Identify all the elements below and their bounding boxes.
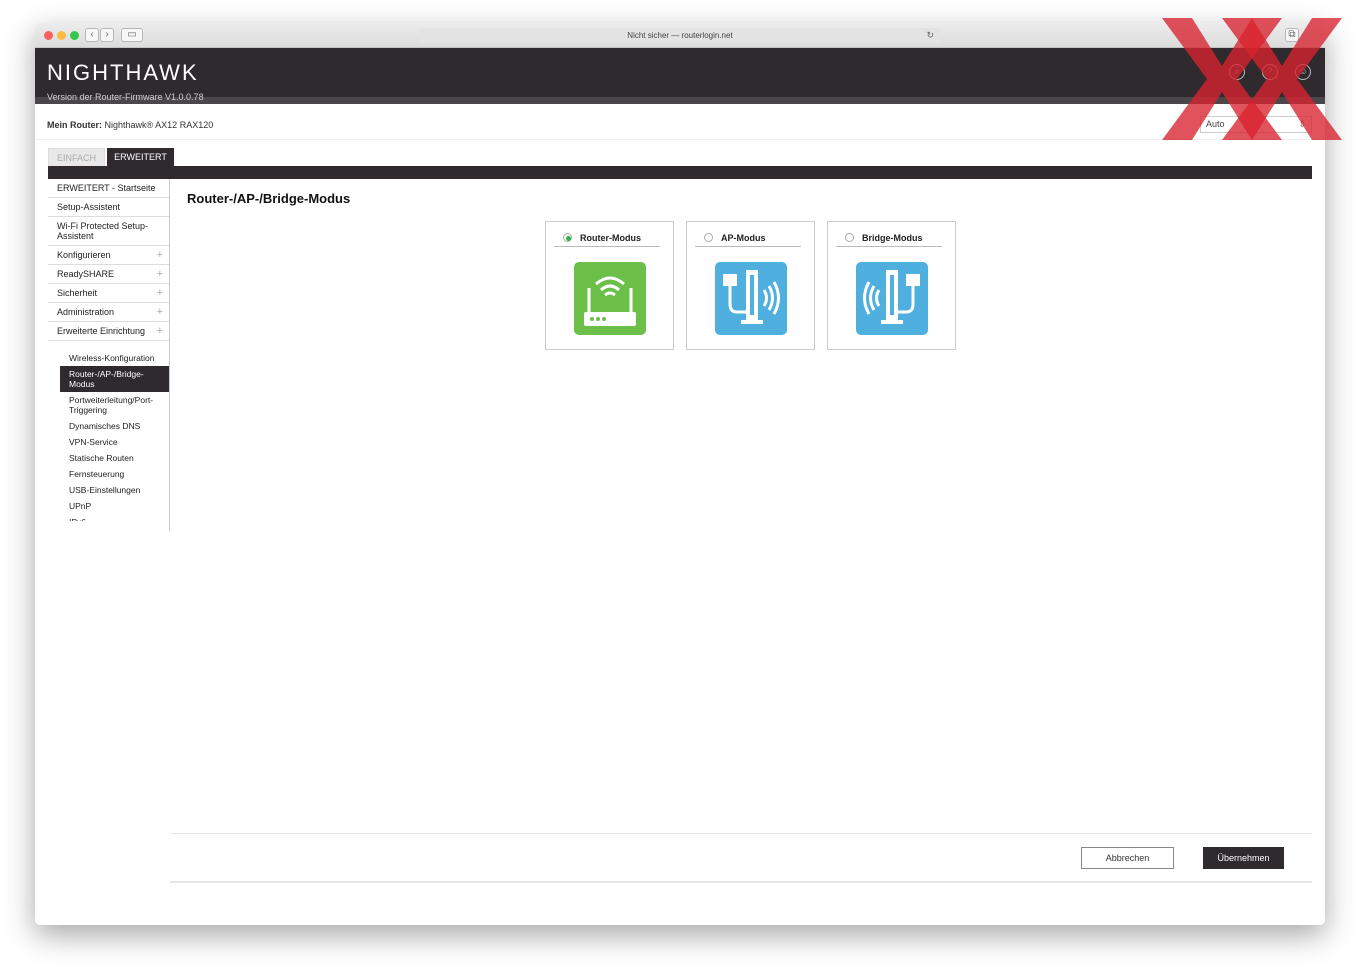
- forward-icon[interactable]: ›: [100, 28, 114, 42]
- divider: [170, 881, 1312, 883]
- tab-bar: [48, 166, 1312, 179]
- tab-simple[interactable]: EINFACH: [48, 148, 105, 166]
- sidebar-item-label: Setup-Assistent: [57, 202, 121, 212]
- expand-icon: +: [156, 306, 163, 318]
- sidebar-item-label: Konfigurieren: [57, 250, 111, 260]
- sidebar-item-setup-wizard[interactable]: Setup-Assistent: [48, 198, 169, 217]
- mode-label: AP-Modus: [721, 233, 766, 243]
- sidebar-item-advanced-home[interactable]: ERWEITERT - Startseite: [48, 179, 169, 198]
- mode-header: AP-Modus: [695, 230, 801, 247]
- minimize-window-button[interactable]: [57, 31, 66, 40]
- cancel-button[interactable]: Abbrechen: [1081, 847, 1174, 869]
- bridge-mode-radio[interactable]: [845, 233, 854, 242]
- mode-card-ap[interactable]: AP-Modus: [686, 221, 815, 350]
- ap-mode-radio[interactable]: [704, 233, 713, 242]
- sidebar-item-advanced-setup[interactable]: Erweiterte Einrichtung +: [48, 322, 169, 341]
- sidebar-subitem-vpn[interactable]: VPN-Service: [48, 434, 169, 450]
- sidebar-subitem-usb[interactable]: USB-Einstellungen: [48, 482, 169, 498]
- sidebar-item-label: Sicherheit: [57, 288, 98, 298]
- back-icon[interactable]: ‹: [85, 28, 99, 42]
- sidebar-item-security[interactable]: Sicherheit +: [48, 284, 169, 303]
- sidebar-toggle-icon[interactable]: ▭: [121, 28, 143, 42]
- sidebar-subitem-wireless[interactable]: Wireless-Konfiguration: [48, 350, 169, 366]
- firmware-version: Version der Router-Firmware V1.0.0.78: [47, 92, 204, 102]
- router-label: Mein Router:: [47, 120, 102, 130]
- sidebar-nav: ERWEITERT - Startseite Setup-Assistent W…: [48, 179, 170, 531]
- sidebar-subitem-dynamic-dns[interactable]: Dynamisches DNS: [48, 418, 169, 434]
- maximize-window-button[interactable]: [70, 31, 79, 40]
- browser-titlebar: ‹ › ▭ Nicht sicher — routerlogin.net ↻ ⧉: [35, 23, 1325, 48]
- nighthawk-logo: NIGHTHAWK: [47, 60, 199, 85]
- close-window-button[interactable]: [44, 31, 53, 40]
- collapse-icon: +: [156, 325, 163, 337]
- app-header: NIGHTHAWK Version der Router-Firmware V1…: [35, 48, 1325, 104]
- sidebar-item-label: ERWEITERT - Startseite: [57, 183, 156, 193]
- sidebar-item-label: Wi-Fi Protected Setup-Assistent: [57, 221, 149, 241]
- browser-window: ‹ › ▭ Nicht sicher — routerlogin.net ↻ ⧉…: [35, 23, 1325, 925]
- mode-label: Router-Modus: [580, 233, 641, 243]
- sidebar-subitem-ipv6[interactable]: IPv6: [48, 514, 169, 521]
- router-name: Nighthawk® AX12 RAX120: [104, 120, 214, 130]
- divider: [35, 139, 1325, 140]
- mode-card-router[interactable]: Router-Modus: [545, 221, 674, 350]
- tab-advanced[interactable]: ERWEITERT: [107, 148, 174, 166]
- page-title: Router-/AP-/Bridge-Modus: [187, 191, 351, 206]
- sidebar-subitem-router-ap-bridge[interactable]: Router-/AP-/Bridge-Modus: [60, 366, 169, 392]
- sidebar-subitem-upnp[interactable]: UPnP: [48, 498, 169, 514]
- sidebar-item-readyshare[interactable]: ReadySHARE +: [48, 265, 169, 284]
- apply-button[interactable]: Übernehmen: [1203, 847, 1284, 869]
- sidebar-subitem-remote[interactable]: Fernsteuerung: [48, 466, 169, 482]
- sidebar-item-configure[interactable]: Konfigurieren +: [48, 246, 169, 265]
- router-mode-radio[interactable]: [563, 233, 572, 242]
- sidebar-item-administration[interactable]: Administration +: [48, 303, 169, 322]
- reload-icon[interactable]: ↻: [926, 28, 934, 43]
- mode-header: Bridge-Modus: [836, 230, 942, 247]
- router-icon: [574, 262, 646, 335]
- access-point-icon: [715, 262, 787, 335]
- sidebar-item-label: Erweiterte Einrichtung: [57, 326, 146, 336]
- mode-label: Bridge-Modus: [862, 233, 923, 243]
- red-x-mark: [1222, 18, 1342, 140]
- sidebar-item-wps-wizard[interactable]: Wi-Fi Protected Setup-Assistent: [48, 217, 169, 246]
- sidebar-item-label: Administration: [57, 307, 115, 317]
- sidebar-subitem-port-forwarding[interactable]: Portweiterleitung/Port-Triggering: [48, 392, 169, 418]
- expand-icon: +: [156, 287, 163, 299]
- expand-icon: +: [156, 249, 163, 261]
- url-text: Nicht sicher — routerlogin.net: [627, 31, 733, 40]
- address-bar[interactable]: Nicht sicher — routerlogin.net ↻: [418, 28, 942, 43]
- router-info: Mein Router: Nighthawk® AX12 RAX120: [47, 120, 213, 130]
- sidebar-subitem-static-routes[interactable]: Statische Routen: [48, 450, 169, 466]
- mode-card-bridge[interactable]: Bridge-Modus: [827, 221, 956, 350]
- sidebar-item-label: ReadySHARE: [57, 269, 115, 279]
- mode-header: Router-Modus: [554, 230, 660, 247]
- divider: [170, 833, 1312, 834]
- expand-icon: +: [156, 268, 163, 280]
- bridge-icon: [856, 262, 928, 335]
